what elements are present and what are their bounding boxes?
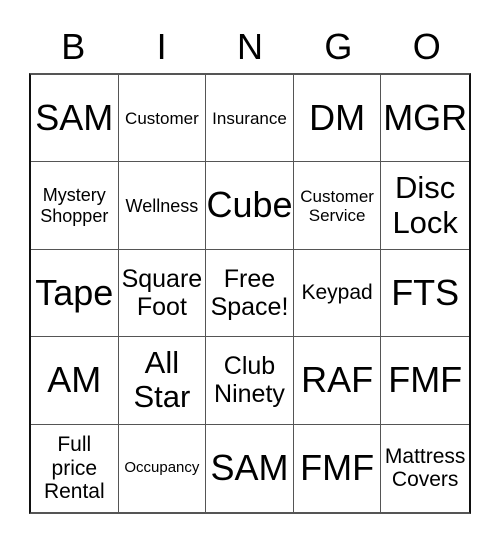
bingo-cell[interactable]: Disc Lock <box>381 162 469 250</box>
free-space-cell[interactable]: Free Space! <box>206 249 294 338</box>
bingo-cell[interactable]: SAM <box>206 424 294 512</box>
bingo-cell[interactable]: MGR <box>381 75 469 163</box>
bingo-cell[interactable]: Wellness <box>118 162 207 250</box>
bingo-grid: SAM Customer Insurance DM MGR Mystery Sh… <box>29 73 471 514</box>
bingo-cell[interactable]: Occupancy <box>119 424 207 512</box>
bingo-cell[interactable]: Customer <box>118 75 207 163</box>
header-letter-o: O <box>412 26 441 67</box>
bingo-cell[interactable]: FMF <box>294 424 382 512</box>
bingo-cell[interactable]: DM <box>293 75 382 163</box>
bingo-cell[interactable]: Club Ninety <box>206 337 294 425</box>
header-letter-n: N <box>236 26 263 67</box>
bingo-cell[interactable]: Cube <box>206 162 294 250</box>
bingo-cell[interactable]: Keypad <box>293 249 382 338</box>
bingo-cell[interactable]: Insurance <box>206 75 294 163</box>
bingo-cell[interactable]: FTS <box>381 250 469 338</box>
bingo-cell[interactable]: Customer Service <box>293 162 382 250</box>
bingo-cell[interactable]: Tape <box>31 249 119 338</box>
header-letter-i: I <box>156 26 167 67</box>
bingo-cell[interactable]: AM <box>31 337 119 425</box>
header-letter-g: G <box>324 26 353 67</box>
bingo-cell[interactable]: Full price Rental <box>31 424 119 512</box>
bingo-header: B I N G O <box>29 22 471 72</box>
bingo-cell[interactable]: FMF <box>381 337 469 425</box>
header-letter-b: B <box>61 26 86 67</box>
bingo-cell[interactable]: RAF <box>293 337 382 425</box>
bingo-cell[interactable]: All Star <box>118 337 207 425</box>
bingo-cell[interactable]: Square Foot <box>118 249 207 338</box>
bingo-cell[interactable]: Mystery Shopper <box>31 162 119 250</box>
bingo-cell[interactable]: Mattress Covers <box>381 425 469 512</box>
bingo-cell[interactable]: SAM <box>31 75 119 163</box>
